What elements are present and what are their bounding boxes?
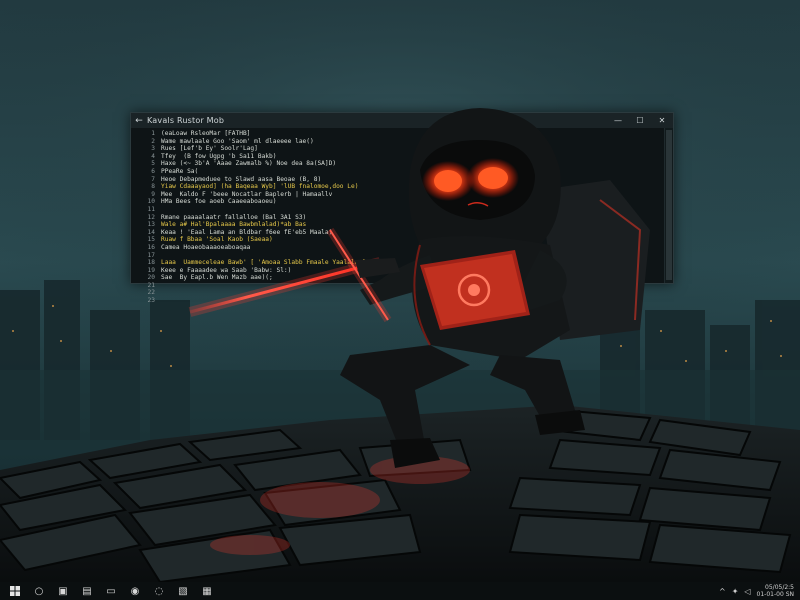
back-arrow-icon[interactable]: ← xyxy=(131,116,147,126)
window-titlebar[interactable]: ← Kavals Rustor Mob — ☐ ✕ xyxy=(131,113,673,128)
code-line[interactable]: Mee Kaldo F 'beee Nocatlar Baplerb | Ham… xyxy=(161,191,664,199)
network-icon[interactable]: ✦ xyxy=(732,587,739,596)
vertical-scrollbar[interactable] xyxy=(664,128,673,283)
browser-icon[interactable]: ◉ xyxy=(126,582,144,600)
taskbar: ○ ▣ ▤ ▭ ◉ ◌ ▧ ▦ ^ ✦ ◁ 05/05/2:5 01-01-00 SN xyxy=(0,582,800,600)
code-line[interactable] xyxy=(161,252,664,260)
editor-area[interactable]: 1 2 3 4 5 6 7 8 9 10 11 12 13 14 15 16 17 18 19 20 21 22 23 (e… xyxy=(131,128,673,304)
store-icon[interactable]: ▤ xyxy=(78,582,96,600)
line-number: 8 xyxy=(151,183,155,191)
scrollbar-thumb[interactable] xyxy=(666,130,672,280)
line-number: 13 xyxy=(147,221,155,229)
code-editor-window[interactable]: ← Kavals Rustor Mob — ☐ ✕ 1 2 3 4 5 6 7 8 9 10 11 1… xyxy=(130,112,674,304)
line-number: 18 xyxy=(147,259,155,267)
line-number: 7 xyxy=(151,175,155,183)
line-number: 23 xyxy=(147,297,155,305)
code-line[interactable]: HMa Bees foe aoeb Caaeeaboaoeu) xyxy=(161,198,664,206)
line-number: 16 xyxy=(147,243,155,251)
code-line[interactable]: Rues [Lef'b Ey' Soolr'Lag] xyxy=(161,145,664,153)
code-line[interactable]: Keaa ! 'Eaal Lama an Bldbar f6ee fE'eb5 … xyxy=(161,229,664,237)
chat-icon[interactable]: ◌ xyxy=(150,582,168,600)
line-number: 10 xyxy=(147,198,155,206)
code-line[interactable]: Keee e Faaaadee wa Saab 'Babw: Sl:) xyxy=(161,267,664,275)
line-number: 3 xyxy=(151,145,155,153)
code-line[interactable]: Camea Hoaeobaaaoeaboaqaa xyxy=(161,244,664,252)
line-number: 17 xyxy=(147,251,155,259)
close-button[interactable]: ✕ xyxy=(651,116,673,125)
maximize-button[interactable]: ☐ xyxy=(629,116,651,125)
search-icon[interactable]: ○ xyxy=(30,582,48,600)
line-number: 9 xyxy=(151,190,155,198)
code-line[interactable]: Haxe (<~ 3b'A 'Aaae Zawmalb %) Noe dea 8… xyxy=(161,160,664,168)
code-line[interactable]: (eaLoaw RsleoMar [FATHB] xyxy=(161,130,664,138)
code-text[interactable]: (eaLoaw RsleoMar [FATHB] Wame mawlaale Go… xyxy=(161,128,664,283)
code-line[interactable]: Heoe Debapmeduee to Slawd aasa Beoae (B,… xyxy=(161,176,664,184)
code-line[interactable]: Yiaw Cdaaayaod] (ha Baqeaa Wyb] 'lUB fna… xyxy=(161,183,664,191)
volume-icon[interactable]: ◁ xyxy=(744,587,750,596)
code-line[interactable]: Rmane paaaalaatr fallalloe (Bal 3A1 S3) xyxy=(161,214,664,222)
windows-logo-icon[interactable] xyxy=(6,582,24,600)
code-line[interactable]: Laaa Uammeceleae Bawb' [ 'Amoaa Slabb Fm… xyxy=(161,259,664,267)
line-number: 19 xyxy=(147,266,155,274)
code-line[interactable]: Wame mawlaale Goo 'Saom' ml dlaeeee lae(… xyxy=(161,138,664,146)
line-number: 4 xyxy=(151,152,155,160)
apps-icon[interactable]: ▦ xyxy=(198,582,216,600)
terminal-icon[interactable]: ▧ xyxy=(174,582,192,600)
line-number: 21 xyxy=(147,281,155,289)
line-number: 15 xyxy=(147,236,155,244)
system-tray: ^ ✦ ◁ 05/05/2:5 01-01-00 SN xyxy=(719,584,800,598)
line-number: 20 xyxy=(147,274,155,282)
chevron-up-icon[interactable]: ^ xyxy=(719,587,726,596)
file-explorer-icon[interactable]: ▭ xyxy=(102,582,120,600)
line-number: 14 xyxy=(147,228,155,236)
minimize-button[interactable]: — xyxy=(607,116,629,125)
code-line[interactable]: Sae By Eapl.b Wen Mazb aae)(; xyxy=(161,274,664,282)
taskbar-apps: ○ ▣ ▤ ▭ ◉ ◌ ▧ ▦ xyxy=(24,582,216,600)
line-number: 5 xyxy=(151,160,155,168)
task-view-icon[interactable]: ▣ xyxy=(54,582,72,600)
code-line[interactable] xyxy=(161,282,664,290)
clock-date: 01-01-00 SN xyxy=(756,591,794,598)
line-number-gutter: 1 2 3 4 5 6 7 8 9 10 11 12 13 14 15 16 17 18 19 20 21 22 23 xyxy=(131,128,161,304)
line-number: 22 xyxy=(147,289,155,297)
code-line[interactable]: PPeaRe Sa( xyxy=(161,168,664,176)
line-number: 1 xyxy=(151,130,155,137)
clock-time: 05/05/2:5 xyxy=(765,584,794,591)
line-number: 6 xyxy=(151,167,155,175)
code-line[interactable]: Tfey (B fow Ugpg 'b Sa11 Bakb) xyxy=(161,153,664,161)
window-title: Kavals Rustor Mob xyxy=(147,116,225,125)
clock[interactable]: 05/05/2:5 01-01-00 SN xyxy=(757,584,794,598)
code-line[interactable]: Wale a# Hal'Bpalaaaa Bawbmlalad)*ab Bas xyxy=(161,221,664,229)
line-number: 11 xyxy=(147,205,155,213)
code-line[interactable] xyxy=(161,289,664,297)
code-line[interactable] xyxy=(161,206,664,214)
code-line[interactable]: Ruaw f Bbaa 'Soal Kaob (Saeaa) xyxy=(161,236,664,244)
code-line[interactable] xyxy=(161,297,664,305)
line-number: 12 xyxy=(147,213,155,221)
line-number: 2 xyxy=(151,137,155,145)
